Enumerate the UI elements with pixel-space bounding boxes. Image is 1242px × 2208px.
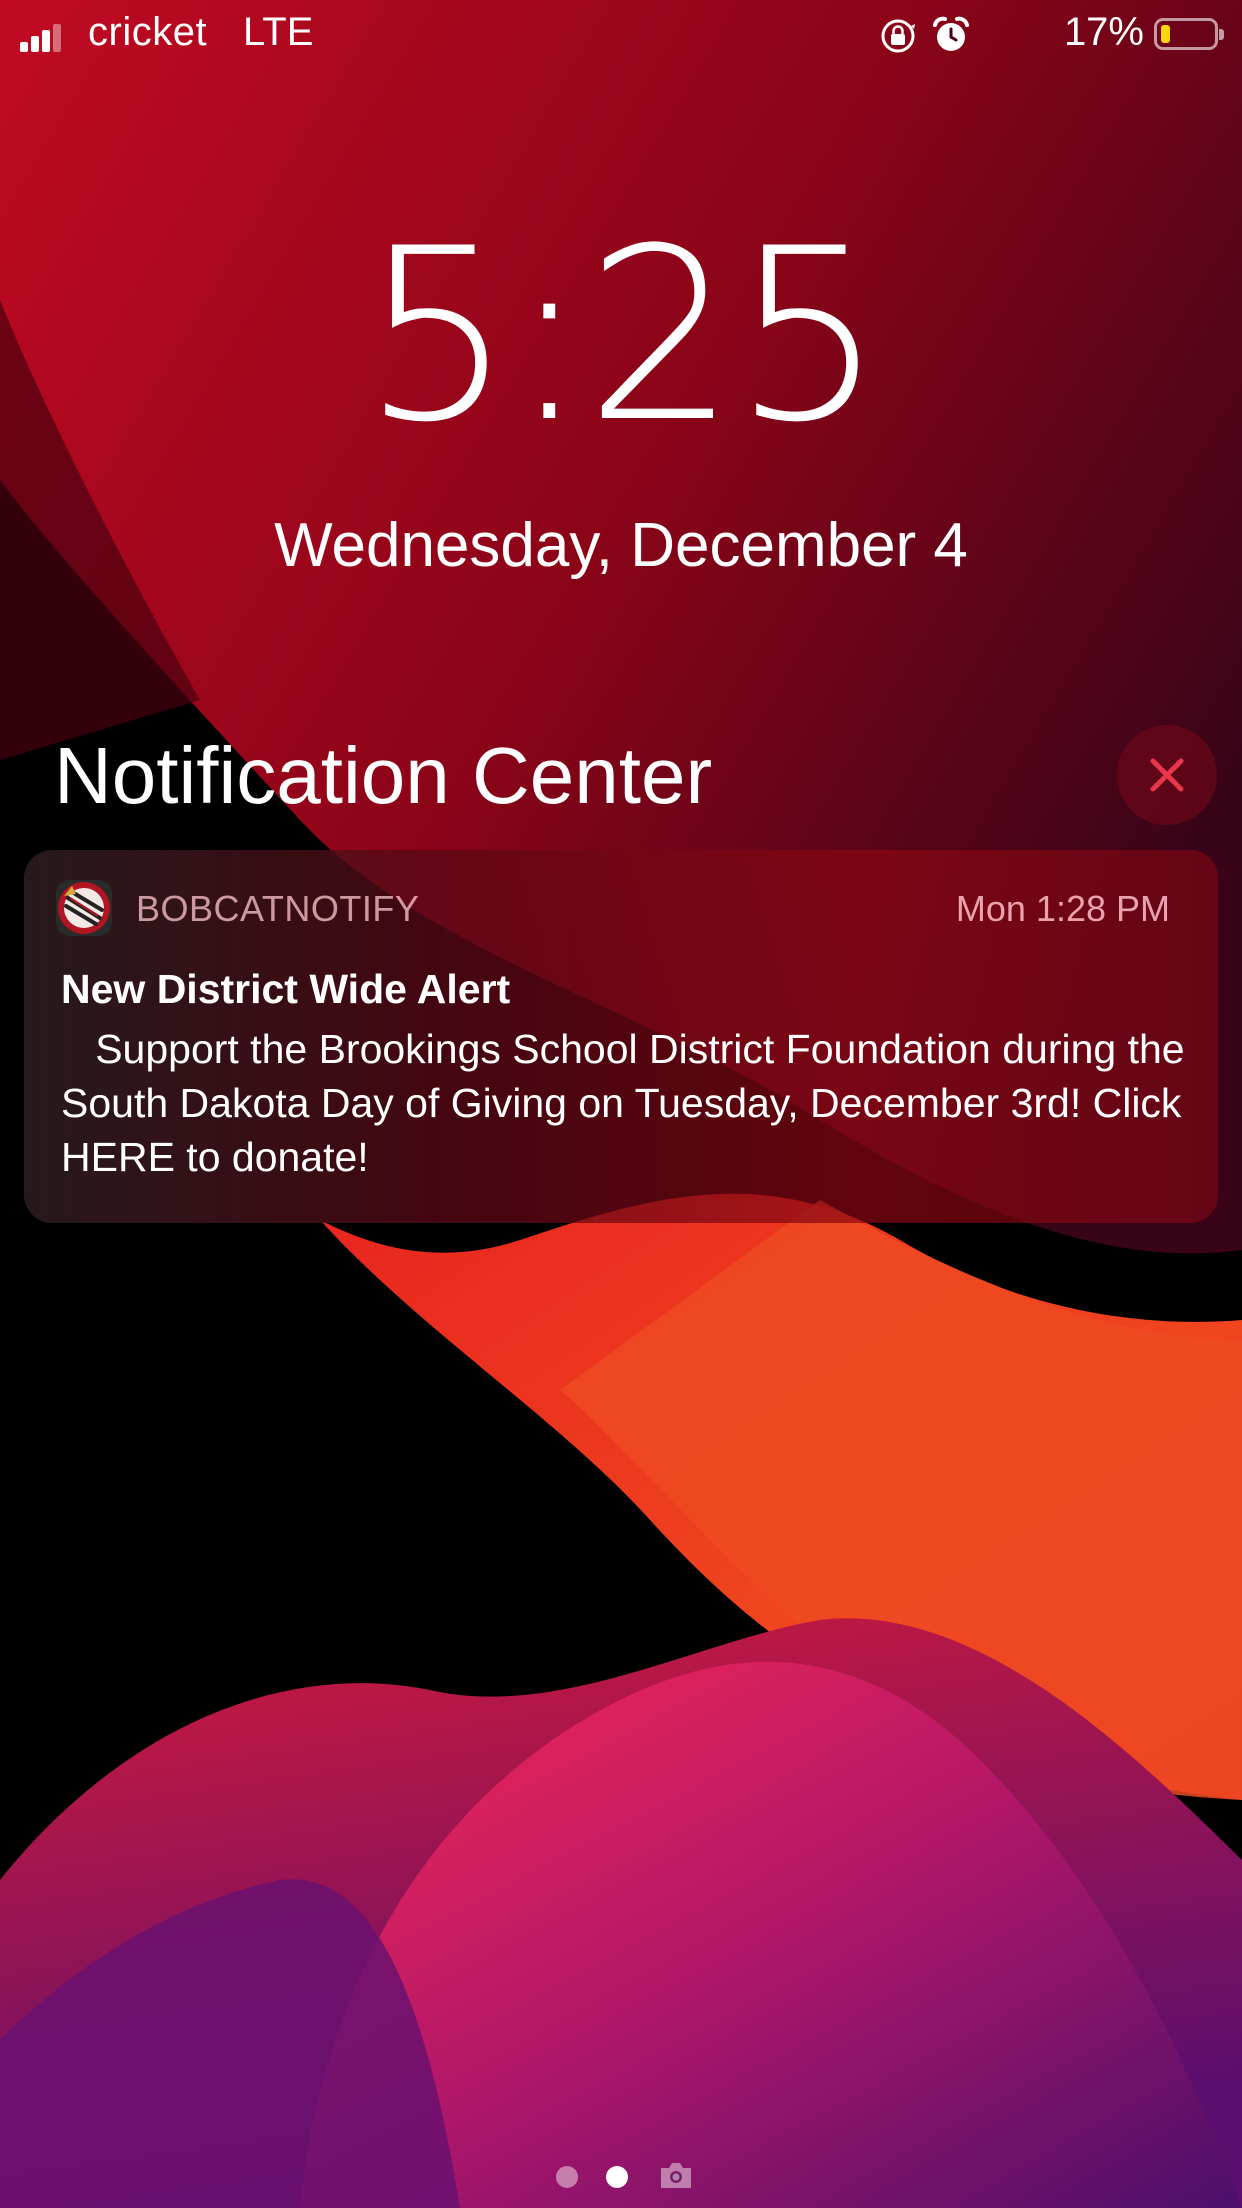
status-bar: cricket LTE 17% bbox=[0, 0, 1242, 70]
bobcat-app-icon bbox=[56, 880, 112, 936]
lock-screen-date: Wednesday, December 4 bbox=[274, 511, 968, 580]
lock-screen-time: 5:25 bbox=[361, 198, 884, 475]
notification-app-name: BOBCATNOTIFY bbox=[136, 888, 420, 929]
page-dot bbox=[556, 2166, 578, 2188]
notification-card[interactable]: BOBCATNOTIFY Mon 1:28 PM New District Wi… bbox=[24, 850, 1218, 1223]
notification-time: Mon 1:28 PM bbox=[955, 888, 1170, 929]
orientation-lock-icon bbox=[881, 19, 915, 53]
camera-icon bbox=[661, 2163, 691, 2188]
close-icon bbox=[1150, 758, 1184, 792]
carrier-name: cricket bbox=[88, 10, 208, 54]
notification-title: New District Wide Alert bbox=[61, 966, 511, 1012]
battery-icon bbox=[1154, 18, 1224, 50]
page-indicator[interactable] bbox=[556, 2160, 696, 2194]
signal-icon bbox=[20, 22, 62, 52]
battery-percent: 17% bbox=[1063, 10, 1144, 54]
notification-body: Support the Brookings School District Fo… bbox=[61, 1026, 1196, 1180]
alarm-icon bbox=[933, 16, 969, 51]
notification-center-title: Notification Center bbox=[54, 731, 713, 820]
clear-notifications-button[interactable] bbox=[1117, 725, 1217, 825]
network-type: LTE bbox=[243, 10, 314, 54]
page-dot-current bbox=[606, 2166, 628, 2188]
